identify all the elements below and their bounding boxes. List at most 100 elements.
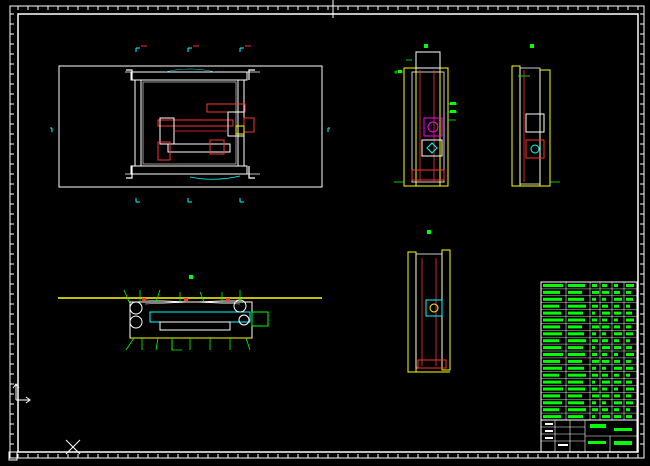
parts-cell-text	[614, 415, 621, 419]
parts-cell-text	[626, 387, 634, 391]
parts-cell-text	[592, 394, 599, 398]
parts-cell-text	[592, 380, 595, 384]
parts-cell-text	[592, 339, 598, 343]
parts-cell-text	[592, 401, 596, 405]
parts-cell-text	[614, 353, 618, 356]
parts-cell-text	[614, 387, 618, 391]
parts-cell-text	[568, 366, 584, 370]
parts-cell-text	[592, 325, 599, 329]
parts-cell-text	[614, 366, 622, 370]
parts-cell-text	[602, 318, 607, 322]
parts-cell-text	[602, 325, 609, 329]
parts-cell-text	[626, 339, 630, 343]
parts-cell-text	[543, 290, 560, 294]
parts-cell-text	[592, 290, 599, 294]
parts-cell-text	[543, 346, 561, 350]
parts-cell-text	[592, 318, 597, 322]
parts-cell-text	[543, 304, 559, 308]
parts-cell-text	[614, 380, 621, 384]
parts-cell-text	[626, 366, 633, 370]
parts-cell-text	[543, 297, 562, 301]
parts-cell-text	[602, 353, 607, 356]
parts-cell-text	[614, 346, 621, 350]
parts-cell-text	[592, 408, 598, 412]
parts-cell-text	[543, 353, 563, 356]
parts-cell-text	[568, 304, 586, 308]
parts-list-table[interactable]	[540, 281, 638, 421]
parts-cell-text	[626, 359, 631, 363]
parts-cell-text	[626, 318, 634, 322]
parts-cell-text	[543, 380, 561, 384]
parts-cell-text	[592, 366, 596, 370]
parts-cell-text	[543, 408, 559, 412]
parts-cell-text	[626, 325, 631, 329]
parts-cell-text	[602, 366, 606, 370]
parts-cell-text	[543, 401, 562, 405]
parts-cell-text	[568, 373, 586, 377]
parts-cell-text	[614, 304, 619, 308]
parts-cell-text	[602, 290, 609, 294]
parts-cell-text	[568, 408, 586, 412]
parts-cell-text	[592, 373, 598, 377]
parts-cell-text	[602, 394, 609, 398]
parts-cell-text	[568, 318, 585, 322]
parts-cell-text	[614, 401, 622, 405]
parts-list-rows	[541, 281, 637, 421]
parts-cell-text	[543, 332, 562, 336]
parts-cell-text	[568, 332, 584, 336]
parts-cell-text	[626, 408, 630, 412]
parts-cell-text	[602, 387, 607, 391]
parts-cell-text	[626, 394, 631, 398]
parts-cell-text	[543, 387, 563, 391]
parts-cell-text	[543, 373, 559, 377]
parts-cell-text	[568, 353, 585, 356]
parts-cell-text	[626, 401, 633, 405]
parts-cell-text	[626, 332, 633, 336]
parts-cell-text	[614, 318, 618, 322]
parts-cell-text	[614, 284, 618, 287]
parts-cell-text	[592, 332, 596, 336]
parts-cell-text	[543, 394, 560, 398]
parts-cell-text	[543, 415, 561, 419]
parts-cell-text	[602, 284, 607, 287]
parts-cell-text	[626, 290, 631, 294]
parts-cell-text	[568, 325, 582, 329]
parts-cell-text	[614, 373, 619, 377]
parts-cell-text	[592, 359, 599, 363]
parts-cell-text	[626, 284, 634, 287]
parts-cell-text	[543, 366, 562, 370]
parts-cell-text	[568, 415, 583, 419]
parts-cell-text	[614, 311, 621, 315]
drawing-canvas[interactable]	[0, 0, 650, 466]
parts-cell-text	[592, 284, 597, 287]
parts-cell-text	[626, 304, 630, 308]
parts-cell-text	[568, 311, 583, 315]
parts-cell-text	[568, 290, 582, 294]
parts-cell-text	[602, 408, 608, 412]
parts-cell-text	[602, 415, 610, 419]
parts-cell-text	[543, 325, 560, 329]
parts-cell-text	[614, 332, 622, 336]
parts-cell-text	[568, 359, 582, 363]
parts-cell-text	[614, 359, 620, 363]
parts-cell-text	[614, 290, 620, 294]
parts-cell-text	[602, 380, 610, 384]
parts-cell-text	[592, 297, 596, 301]
parts-cell-text	[602, 311, 610, 315]
parts-cell-text	[592, 311, 595, 315]
parts-cell-text	[568, 401, 584, 405]
parts-cell-text	[568, 297, 584, 301]
parts-cell-text	[602, 304, 608, 308]
parts-cell-text	[602, 339, 608, 343]
parts-cell-text	[602, 359, 609, 363]
title-block-name-mark	[590, 424, 606, 428]
parts-cell-text	[626, 380, 632, 384]
parts-cell-text	[602, 373, 608, 377]
parts-cell-text	[614, 408, 619, 412]
parts-cell-text	[602, 297, 606, 301]
parts-cell-text	[543, 359, 560, 363]
parts-cell-text	[614, 339, 619, 343]
parts-cell-text	[602, 346, 610, 350]
parts-cell-text	[626, 311, 632, 315]
cad-drawing-sheet[interactable]	[0, 0, 650, 466]
